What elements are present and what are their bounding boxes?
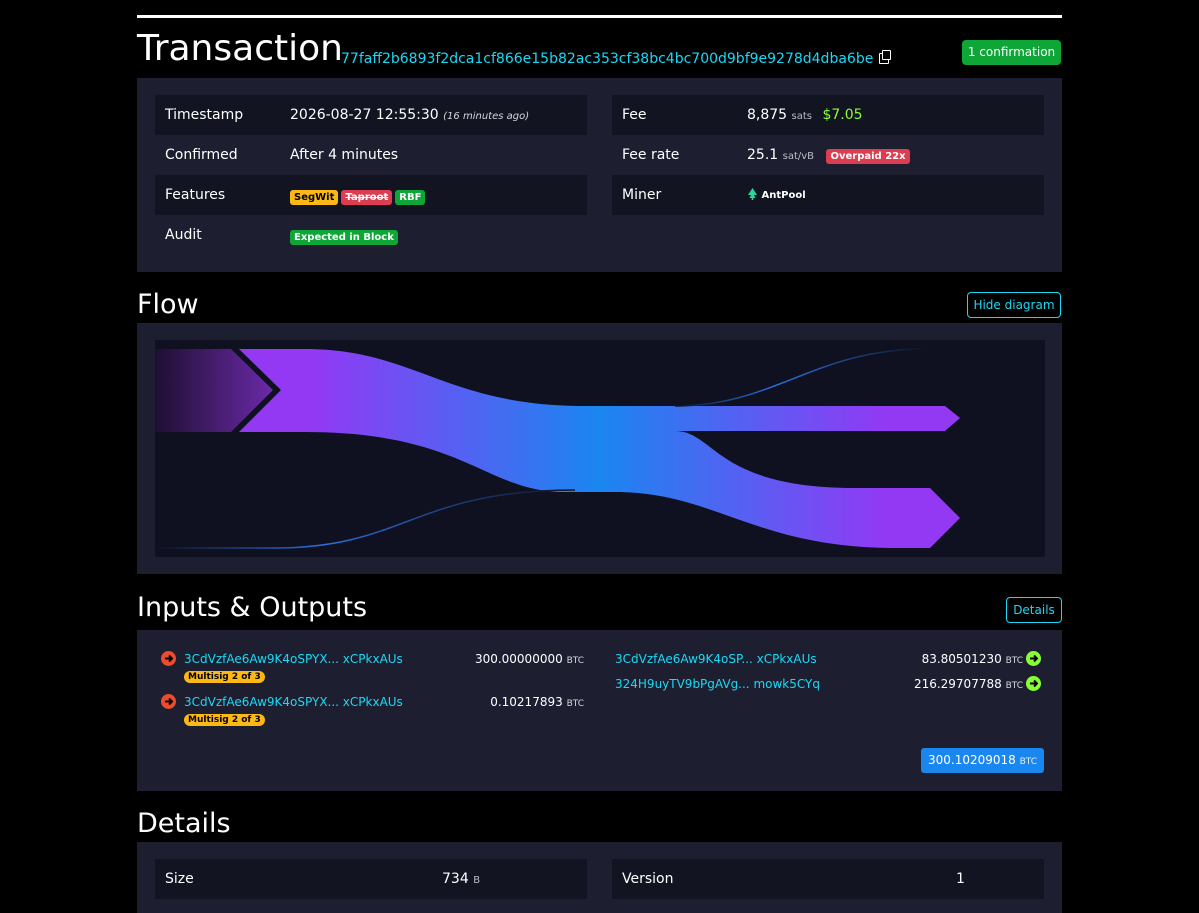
output-amount-1: 83.80501230 BTC (921, 652, 1023, 666)
fee-rate-label: Fee rate (622, 147, 680, 163)
antpool-logo-icon (747, 188, 758, 203)
timestamp-relative: (16 minutes ago) (443, 111, 530, 122)
flow-title: Flow (137, 289, 199, 320)
input-address-1[interactable]: 3CdVzfAe6Aw9K4oSPYX... xCPkxAUs (184, 652, 403, 666)
output-address-2[interactable]: 324H9uyTV9bPgAVg... mowk5CYq (615, 677, 820, 691)
version-label: Version (622, 871, 674, 887)
summary-panel: Timestamp 2026-08-27 12:55:30 (16 minute… (137, 78, 1062, 272)
fee-rate-unit: sat/vB (782, 151, 815, 162)
fee-label: Fee (622, 107, 647, 123)
output-amount-2: 216.29707788 BTC (913, 677, 1023, 691)
features-row: Features SegWit Taproot RBF (155, 175, 587, 215)
timestamp-value: 2026-08-27 12:55:30 (290, 107, 439, 123)
output-arrow-icon[interactable] (1026, 651, 1041, 666)
timestamp-label: Timestamp (165, 107, 244, 123)
fee-sats-unit: sats (791, 111, 813, 122)
flow-panel (137, 323, 1062, 574)
size-row: Size 734 B (155, 859, 587, 899)
output-arrow-icon[interactable] (1026, 676, 1041, 691)
version-value: 1 (956, 871, 965, 887)
confirmed-row: Confirmed After 4 minutes (155, 135, 587, 175)
features-label: Features (165, 187, 226, 203)
audit-row: Audit Expected in Block (155, 215, 587, 255)
page-title: Transaction (137, 28, 343, 69)
input-multisig-badge-1: Multisig 2 of 3 (184, 671, 265, 683)
size-unit: B (473, 875, 481, 886)
io-details-button[interactable]: Details (1006, 597, 1062, 623)
audit-badge[interactable]: Expected in Block (290, 230, 398, 245)
miner-row: Miner AntPool (612, 175, 1044, 215)
total-amount-button[interactable]: 300.10209018 BTC (921, 748, 1044, 773)
taproot-badge[interactable]: Taproot (341, 190, 393, 205)
miner-label: Miner (622, 187, 662, 203)
input-address-2[interactable]: 3CdVzfAe6Aw9K4oSPYX... xCPkxAUs (184, 695, 403, 709)
segwit-badge[interactable]: SegWit (290, 190, 339, 205)
input-amount-1: 300.00000000 BTC (474, 652, 584, 666)
txid-text[interactable]: 77faff2b6893f2dca1cf866e15b82ac353cf38bc… (341, 51, 873, 67)
miner-name[interactable]: AntPool (761, 190, 805, 201)
timestamp-row: Timestamp 2026-08-27 12:55:30 (16 minute… (155, 95, 587, 135)
txid-link[interactable]: 77faff2b6893f2dca1cf866e15b82ac353cf38bc… (341, 50, 892, 67)
fee-row: Fee 8,875 sats $7.05 (612, 95, 1044, 135)
flow-diagram (155, 340, 1045, 557)
io-title: Inputs & Outputs (137, 592, 368, 623)
output-address-1[interactable]: 3CdVzfAe6Aw9K4oSP... xCPkxAUs (615, 652, 817, 666)
input-arrow-icon[interactable] (161, 651, 176, 666)
hide-diagram-button[interactable]: Hide diagram (967, 292, 1061, 318)
fee-rate-row: Fee rate 25.1 sat/vB Overpaid 22x (612, 135, 1044, 175)
size-value: 734 (442, 871, 469, 887)
fee-rate-value: 25.1 (747, 147, 779, 163)
input-multisig-badge-2: Multisig 2 of 3 (184, 714, 265, 726)
confirmed-label: Confirmed (165, 147, 238, 163)
details-panel: Size 734 B Version 1 (137, 842, 1062, 913)
fee-sats: 8,875 (747, 107, 788, 123)
version-row: Version 1 (612, 859, 1044, 899)
top-divider (137, 15, 1062, 18)
details-title: Details (137, 808, 231, 839)
size-label: Size (165, 871, 194, 887)
rbf-badge[interactable]: RBF (395, 190, 426, 205)
input-arrow-icon[interactable] (161, 694, 176, 709)
confirmed-value: After 4 minutes (290, 147, 399, 163)
input-amount-2: 0.10217893 BTC (490, 695, 584, 709)
confirmation-badge: 1 confirmation (962, 40, 1061, 65)
overpaid-badge[interactable]: Overpaid 22x (826, 149, 910, 164)
copy-icon[interactable] (879, 50, 892, 64)
fee-usd: $7.05 (822, 107, 863, 123)
audit-label: Audit (165, 227, 202, 243)
miner-link[interactable]: AntPool (747, 188, 806, 203)
